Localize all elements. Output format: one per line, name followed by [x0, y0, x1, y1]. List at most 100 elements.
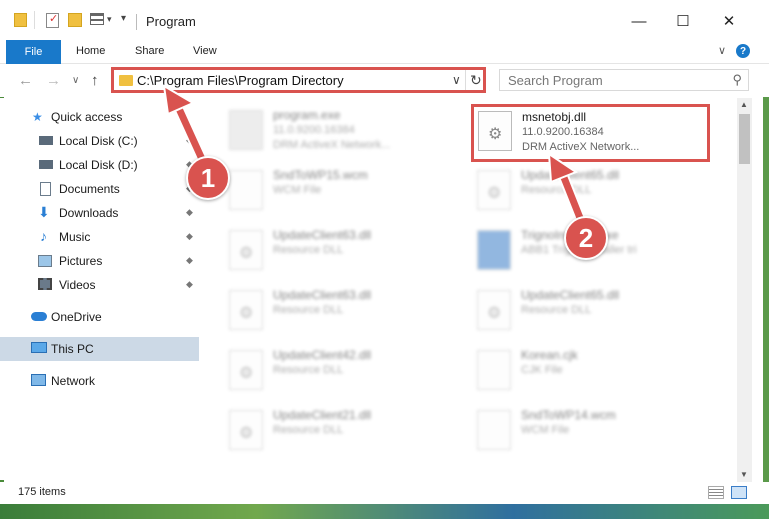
window-title: Program — [146, 14, 196, 29]
step-2-badge: 2 — [564, 216, 608, 260]
sidebar-item-onedrive[interactable]: OneDrive — [0, 305, 199, 329]
sidebar-item-label: Music — [59, 230, 91, 244]
list-item[interactable]: Korean.cjk CJK File — [451, 344, 691, 396]
file-type: Resource DLL — [273, 304, 344, 316]
file-type: Resource DLL — [273, 364, 344, 376]
file-name: program.exe — [273, 108, 341, 122]
computer-icon — [31, 342, 47, 353]
large-icons-view-icon[interactable] — [731, 486, 747, 499]
vertical-scrollbar[interactable]: ▲ ▼ — [737, 98, 752, 482]
forward-button[interactable]: → — [46, 72, 61, 89]
item-count: 175 items — [18, 486, 66, 498]
sidebar-item-music[interactable]: ♪ Music ◆ — [0, 225, 199, 249]
scroll-up-icon[interactable]: ▲ — [740, 100, 748, 109]
properties-icon[interactable]: ✓ — [46, 13, 59, 28]
sidebar-item-this-pc[interactable]: This PC — [0, 337, 199, 361]
list-item[interactable]: ⚙ UpdateClient21.dll Resource DLL — [203, 404, 443, 456]
file-type: CJK File — [521, 364, 563, 376]
step-1-badge: 1 — [186, 156, 230, 200]
dll-file-icon: ⚙ — [229, 290, 263, 330]
ribbon: File Home Share View ∨ ? — [0, 40, 769, 64]
tab-share[interactable]: Share — [135, 45, 164, 57]
pin-icon[interactable]: ◆ — [186, 207, 193, 218]
file-description: DRM ActiveX Network... — [273, 139, 391, 151]
collapse-ribbon-icon[interactable]: ∨ — [718, 44, 726, 57]
list-item[interactable]: ⚙ UpdateClient65.dll Resource DLL — [451, 284, 691, 336]
file-name: SndToWP15.wcm — [273, 168, 368, 182]
search-input[interactable]: Search Program — [508, 73, 603, 88]
sidebar-item-downloads[interactable]: ⬇ Downloads ◆ — [0, 201, 199, 225]
cloud-icon — [31, 312, 47, 321]
dll-file-icon: ⚙ — [229, 410, 263, 450]
sidebar-item-label: This PC — [51, 342, 94, 356]
new-folder-icon[interactable] — [68, 13, 82, 27]
close-button[interactable]: ✕ — [714, 10, 744, 32]
quick-access-dropdown-icon[interactable]: ▾ — [121, 13, 126, 24]
sidebar-item-pictures[interactable]: Pictures ◆ — [0, 249, 199, 273]
list-item[interactable]: ⚙ UpdateClient63.dll Resource DLL — [203, 284, 443, 336]
customize-quick-access-icon[interactable]: ▾ — [90, 13, 112, 25]
address-folder-icon — [119, 75, 133, 86]
up-button[interactable]: ↑ — [91, 72, 99, 89]
help-icon[interactable]: ? — [736, 44, 750, 58]
back-button[interactable]: ← — [18, 72, 33, 89]
list-item-msnetobj-dll[interactable]: ⚙ msnetobj.dll 11.0.9200.16384 DRM Activ… — [471, 104, 710, 162]
sidebar-item-documents[interactable]: Documents ◆ — [0, 177, 199, 201]
file-icon — [229, 170, 263, 210]
file-name: UpdateClient65.dll — [521, 168, 620, 182]
music-icon: ♪ — [40, 228, 47, 244]
dll-file-icon: ⚙ — [478, 111, 512, 151]
status-bar: 175 items — [0, 482, 769, 504]
sidebar-item-label: Local Disk (D:) — [59, 158, 138, 172]
sidebar-item-quick-access[interactable]: ★ Quick access — [0, 105, 199, 129]
sidebar-item-label: OneDrive — [51, 310, 102, 324]
sidebar-item-local-disk-c[interactable]: Local Disk (C:) ◆ — [0, 129, 199, 153]
title-bar: ✓ ▾ ▾ Program — ☐ ✕ — [0, 0, 769, 40]
star-icon: ★ — [32, 110, 43, 124]
sidebar-item-label: Documents — [59, 182, 120, 196]
address-dropdown-icon[interactable]: ∨ — [452, 73, 461, 87]
tab-view[interactable]: View — [193, 45, 217, 57]
tab-home[interactable]: Home — [76, 45, 105, 57]
maximize-button[interactable]: ☐ — [668, 10, 698, 32]
search-box[interactable]: Search Program ⚲ — [499, 69, 749, 91]
pin-icon[interactable]: ◆ — [186, 255, 193, 266]
scroll-thumb[interactable] — [739, 114, 750, 164]
sidebar-item-videos[interactable]: Videos ◆ — [0, 273, 199, 297]
sidebar-item-network[interactable]: Network — [0, 369, 199, 393]
navigation-bar: ← → ∨ ↑ C:\Program Files\Program Directo… — [0, 64, 769, 97]
drive-icon — [39, 160, 53, 169]
sidebar-item-label: Pictures — [59, 254, 103, 268]
minimize-button[interactable]: — — [624, 10, 654, 32]
file-type: WCM File — [521, 424, 570, 436]
list-item[interactable]: ⚙ UpdateClient65.dll Resource DLL — [451, 164, 691, 216]
desktop-edge-bottom — [0, 504, 769, 519]
file-version: 11.0.9200.16384 — [273, 124, 355, 136]
recent-locations-button[interactable]: ∨ — [72, 75, 79, 86]
list-item[interactable]: SndToWP14.wcm WCM File — [451, 404, 691, 456]
file-type: Resource DLL — [521, 304, 592, 316]
refresh-icon[interactable]: ↻ — [470, 72, 482, 89]
list-item[interactable]: program.exe 11.0.9200.16384 DRM ActiveX … — [203, 104, 443, 156]
file-name: UpdateClient21.dll — [273, 408, 372, 422]
file-version: 11.0.9200.16384 — [522, 126, 604, 138]
pin-icon[interactable]: ◆ — [186, 279, 193, 290]
address-path[interactable]: C:\Program Files\Program Directory — [137, 73, 344, 88]
search-icon[interactable]: ⚲ — [732, 72, 742, 88]
scroll-down-icon[interactable]: ▼ — [740, 470, 748, 479]
address-bar[interactable]: C:\Program Files\Program Directory ∨ ↻ — [111, 67, 486, 93]
file-name: SndToWP14.wcm — [521, 408, 616, 422]
pin-icon[interactable]: ◆ — [186, 231, 193, 242]
download-icon: ⬇ — [38, 204, 50, 220]
list-item[interactable]: ⚙ UpdateClient42.dll Resource DLL — [203, 344, 443, 396]
sidebar-item-local-disk-d[interactable]: Local Disk (D:) ◆ — [0, 153, 199, 177]
list-item[interactable]: ⚙ UpdateClient63.dll Resource DLL — [203, 224, 443, 276]
details-view-icon[interactable] — [708, 486, 724, 499]
list-item[interactable]: SndToWP15.wcm WCM File — [203, 164, 443, 216]
tab-file[interactable]: File — [6, 40, 61, 64]
pin-icon[interactable]: ◆ — [186, 135, 193, 146]
file-description: DRM ActiveX Network... — [522, 141, 640, 153]
sidebar-item-label: Quick access — [51, 110, 123, 124]
videos-icon — [38, 278, 52, 290]
sidebar-item-label: Network — [51, 374, 96, 388]
